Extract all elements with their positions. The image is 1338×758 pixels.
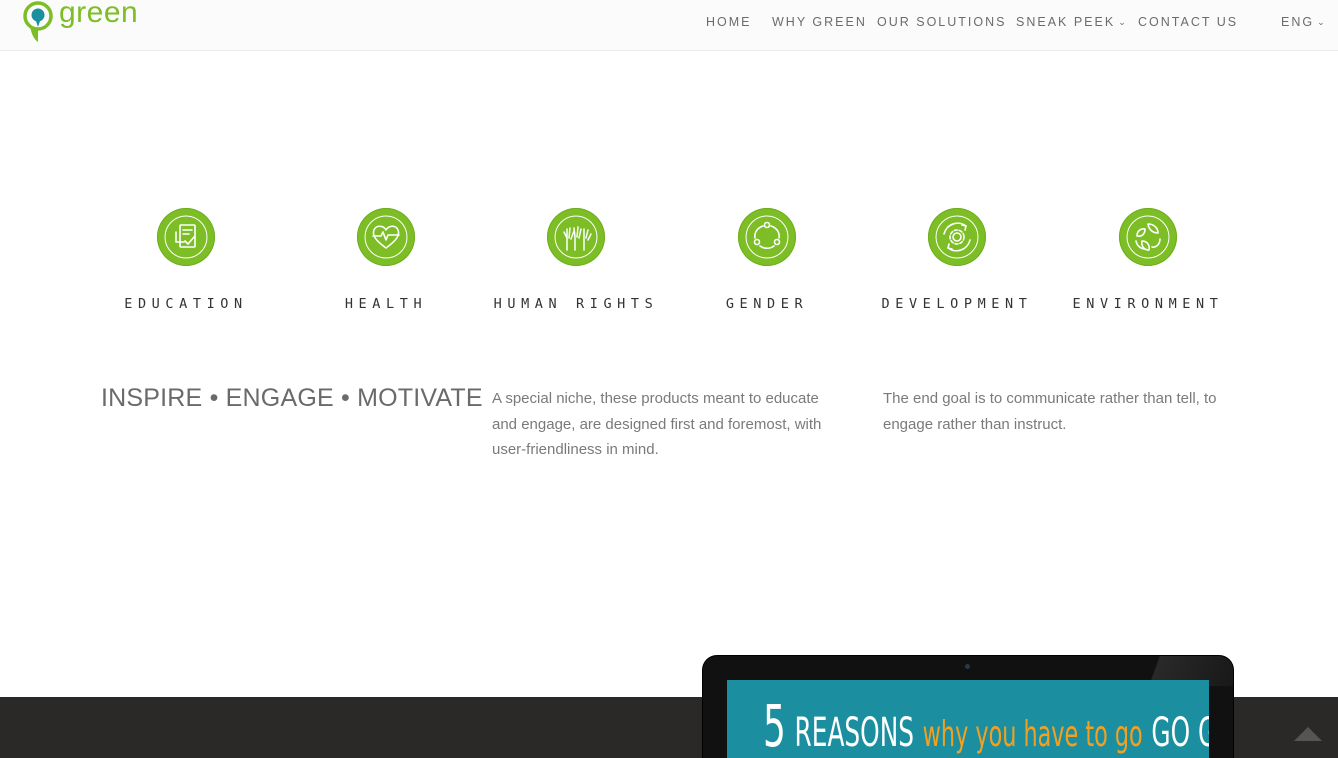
nav-sneak-peek-label: SNEAK PEEK [1016, 15, 1116, 29]
nav-why-green[interactable]: WHY GREEN [772, 15, 867, 29]
category-development[interactable]: DEVELOPMENT [862, 208, 1052, 312]
intro-paragraph-2: The end goal is to communicate rather th… [883, 390, 1217, 433]
location-pin-icon [23, 1, 53, 42]
category-label: ENVIRONMENT [1072, 296, 1224, 312]
logo-text: green [59, 0, 139, 29]
nav-our-solutions[interactable]: OUR SOLUTIONS [877, 15, 1007, 29]
chevron-down-icon: ⌄ [1118, 17, 1126, 27]
category-label: EDUCATION [124, 296, 248, 312]
category-label: DEVELOPMENT [881, 296, 1033, 312]
gear-cycle-icon [928, 208, 986, 266]
logo[interactable]: green [22, 0, 138, 46]
raised-hands-icon [547, 208, 605, 266]
leaves-recycle-icon [1119, 208, 1177, 266]
laptop-mockup: 5REASONSwhy you have to goGO GREEN [703, 656, 1233, 758]
category-label: HEALTH [344, 296, 428, 312]
category-label: GENDER [725, 296, 809, 312]
promo-word-reasons: REASONS [794, 710, 914, 756]
category-health[interactable]: HEALTH [291, 208, 481, 312]
category-education[interactable]: EDUCATION [91, 208, 281, 312]
nav-sneak-peek[interactable]: SNEAK PEEK ⌄ [1016, 15, 1126, 29]
nav-contact-us[interactable]: CONTACT US [1138, 15, 1238, 29]
arrow-up-icon[interactable] [1294, 727, 1322, 741]
category-human-rights[interactable]: HUMAN RIGHTS [481, 208, 671, 312]
checklist-icon [157, 208, 215, 266]
promo-screen[interactable]: 5REASONSwhy you have to goGO GREEN [727, 680, 1209, 758]
site-header: green HOME WHY GREEN OUR SOLUTIONS SNEAK… [0, 0, 1338, 51]
people-cycle-icon [738, 208, 796, 266]
language-label: ENG [1281, 15, 1315, 29]
promo-number: 5 [763, 692, 786, 758]
chevron-down-icon: ⌄ [1317, 17, 1325, 27]
heart-pulse-icon [357, 208, 415, 266]
promo-title: 5REASONSwhy you have to goGO GREEN [763, 692, 1209, 758]
promo-word-why: why you have to go [922, 714, 1143, 755]
category-gender[interactable]: GENDER [672, 208, 862, 312]
tagline: INSPIRE • ENGAGE • MOTIVATE [101, 384, 483, 412]
nav-our-solutions-label: OUR SOLUTIONS [877, 15, 1007, 29]
category-label: HUMAN RIGHTS [493, 296, 659, 312]
camera-icon [965, 664, 970, 669]
intro-paragraph-1: A special niche, these products meant to… [492, 390, 822, 458]
category-environment[interactable]: ENVIRONMENT [1053, 208, 1243, 312]
promo-word-go-green: GO GREEN [1151, 710, 1209, 756]
language-selector[interactable]: ENG ⌄ [1281, 15, 1325, 29]
nav-home[interactable]: HOME [706, 15, 752, 29]
